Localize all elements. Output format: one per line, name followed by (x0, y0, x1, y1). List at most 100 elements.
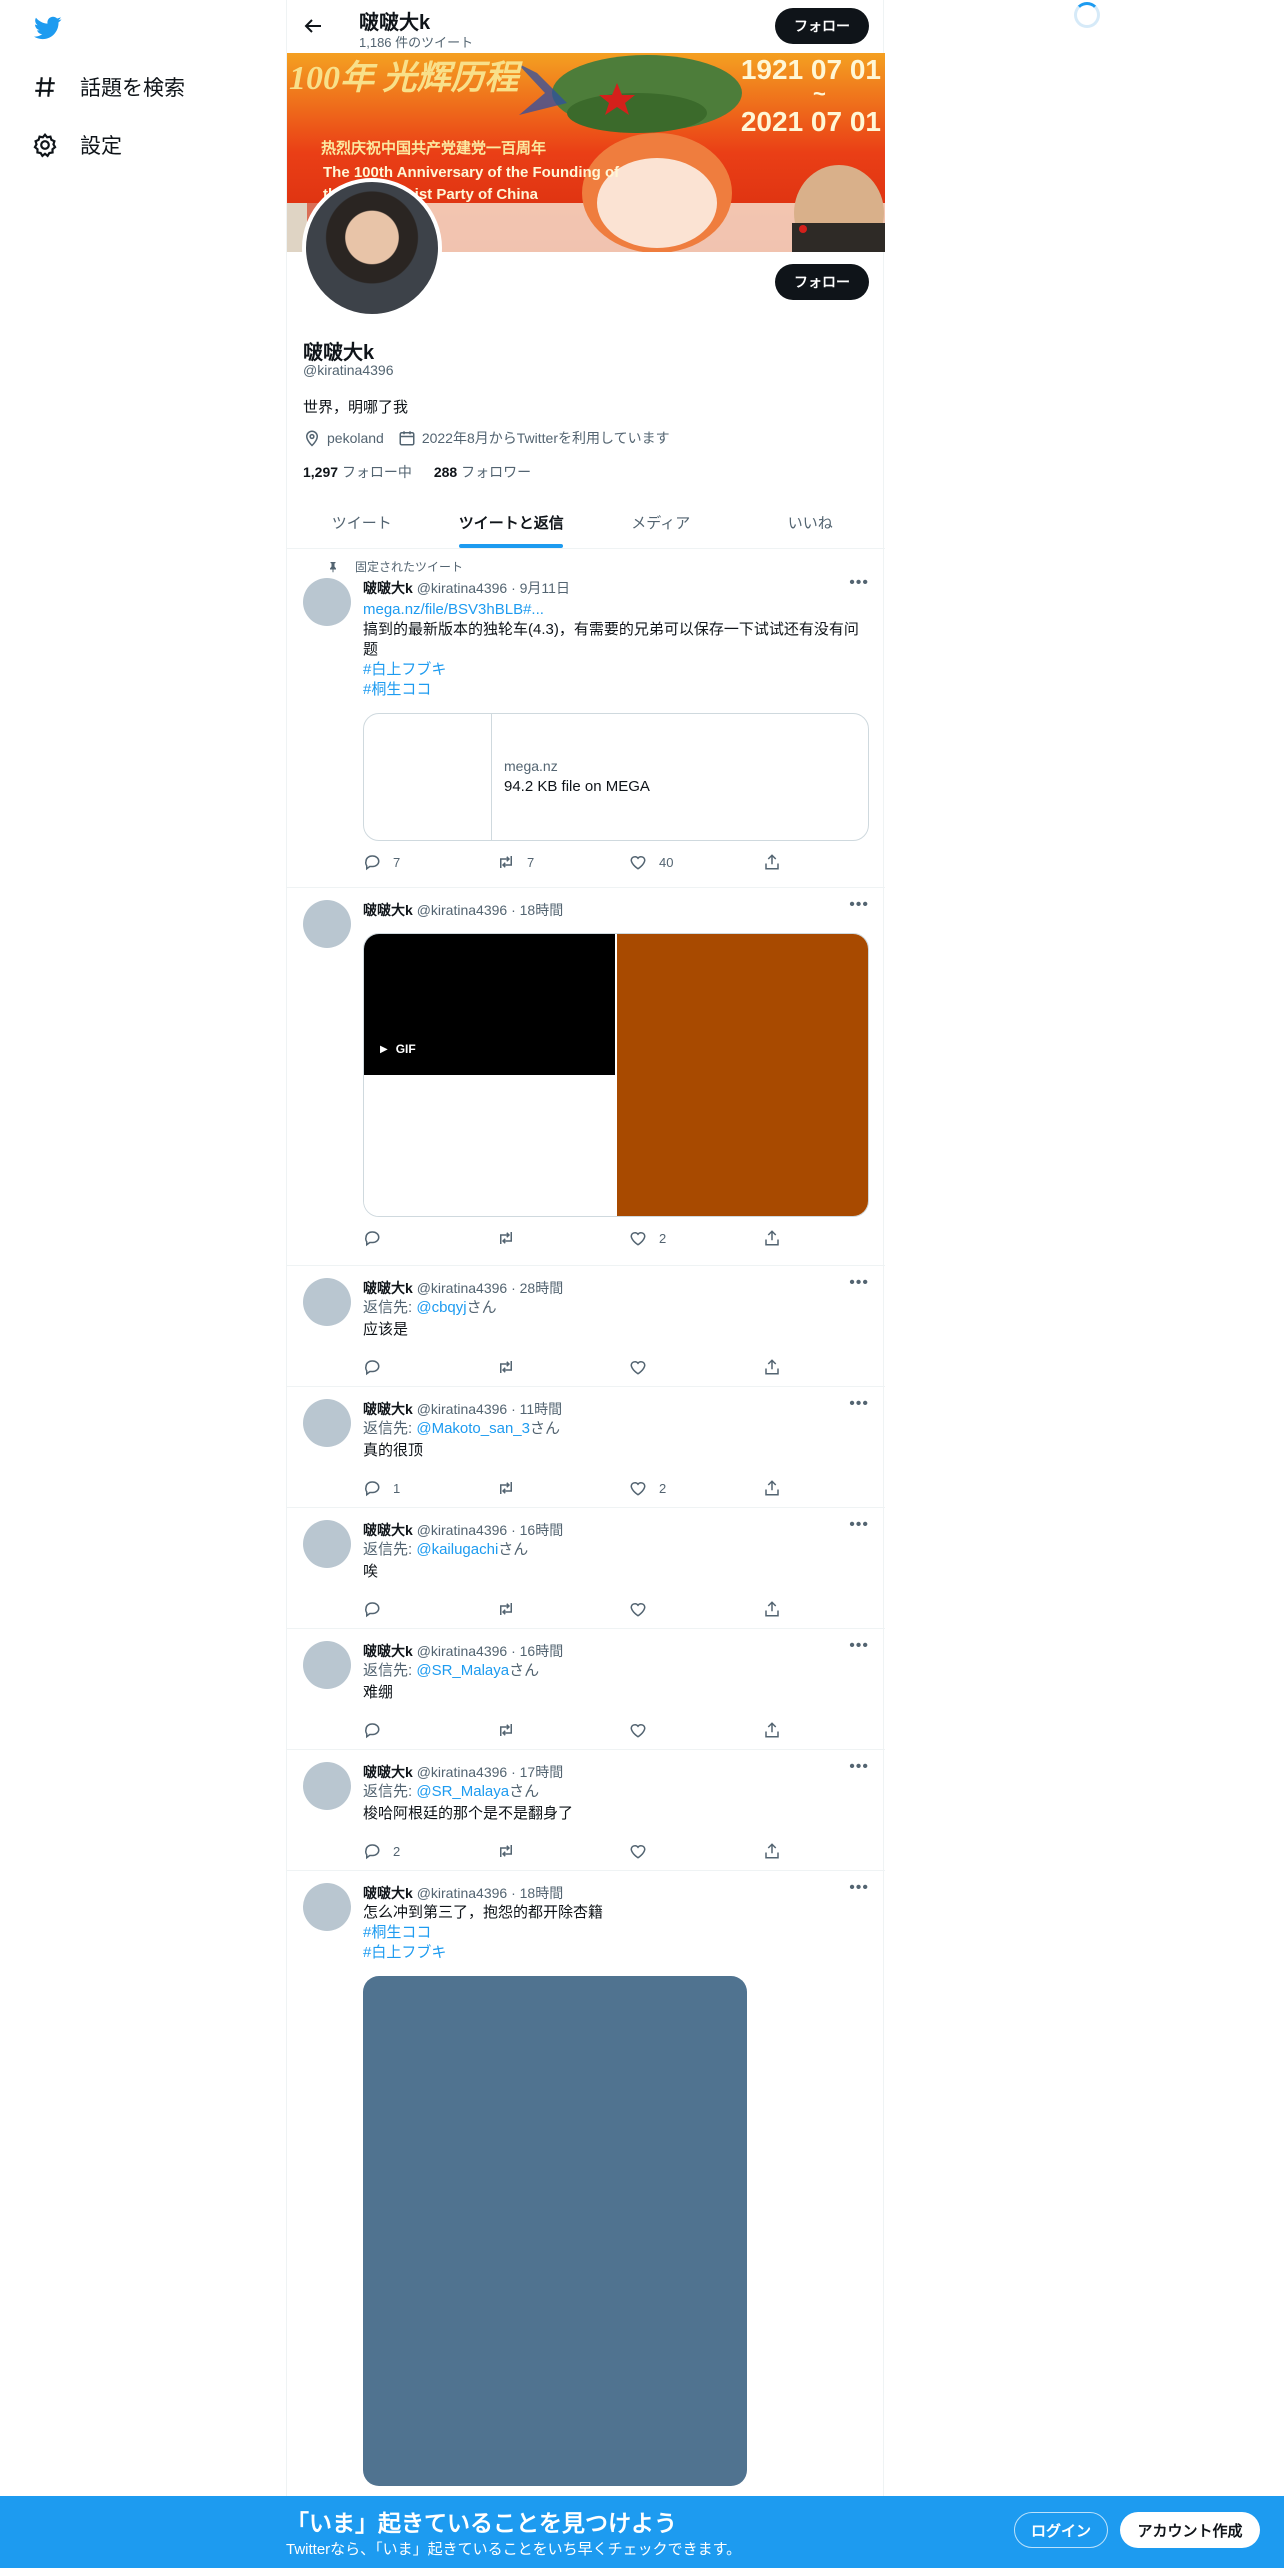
reply-button[interactable] (363, 1229, 393, 1247)
avatar[interactable] (303, 1399, 351, 1447)
avatar[interactable] (303, 1278, 351, 1326)
reply-to-link[interactable]: @kailugachi (416, 1541, 498, 1558)
tweet-author-name[interactable]: 啵啵大k (363, 1280, 413, 1296)
like-button[interactable] (629, 1721, 659, 1739)
tweet-author-name[interactable]: 啵啵大k (363, 1885, 413, 1901)
tweet-item[interactable]: 啵啵大k @kiratina4396 · 18時間 ••• 怎么冲到第三了，抱怨… (287, 1871, 885, 2500)
hashtag-link[interactable]: #白上フブキ (363, 660, 871, 680)
share-button[interactable] (763, 1600, 793, 1618)
media-image[interactable] (364, 1076, 615, 1216)
tweet-item[interactable]: 啵啵大k @kiratina4396 · 11時間 ••• 返信先: @Mako… (287, 1387, 885, 1508)
retweet-button[interactable] (497, 1479, 527, 1497)
more-options-icon[interactable]: ••• (849, 1395, 869, 1413)
login-button[interactable]: ログイン (1014, 2512, 1108, 2548)
retweet-button[interactable] (497, 1721, 527, 1739)
reply-button[interactable]: 2 (363, 1842, 400, 1860)
tweet-time[interactable]: 28時間 (520, 1280, 564, 1296)
retweet-button[interactable]: 7 (497, 853, 534, 871)
tweet-author-name[interactable]: 啵啵大k (363, 1401, 413, 1417)
retweet-button[interactable] (497, 1358, 527, 1376)
tweet-author-name[interactable]: 啵啵大k (363, 1522, 413, 1538)
share-button[interactable] (763, 1721, 793, 1739)
media-image[interactable] (363, 1976, 747, 2486)
tweet-author-name[interactable]: 啵啵大k (363, 902, 413, 918)
reply-to-link[interactable]: @Makoto_san_3 (416, 1420, 530, 1437)
tweet-time[interactable]: 9月11日 (520, 580, 570, 596)
hashtag-link[interactable]: #白上フブキ (363, 1943, 871, 1963)
share-button[interactable] (763, 1479, 793, 1497)
reply-button[interactable] (363, 1358, 393, 1376)
tweet-author-name[interactable]: 啵啵大k (363, 1643, 413, 1659)
avatar[interactable] (303, 1641, 351, 1689)
retweet-button[interactable] (497, 1842, 527, 1860)
more-options-icon[interactable]: ••• (849, 1637, 869, 1655)
tab-likes[interactable]: いいね (736, 496, 886, 548)
like-button[interactable] (629, 1600, 659, 1618)
reply-button[interactable]: 7 (363, 853, 400, 871)
tweet-item[interactable]: 啵啵大k @kiratina4396 · 28時間 ••• 返信先: @cbqy… (287, 1266, 885, 1387)
tweet-time[interactable]: 16時間 (520, 1643, 564, 1659)
tweet-time[interactable]: 18時間 (520, 1885, 564, 1901)
tweet-author-name[interactable]: 啵啵大k (363, 1764, 413, 1780)
profile-follow-button[interactable]: フォロー (775, 264, 869, 300)
tweet-time[interactable]: 17時間 (520, 1764, 564, 1780)
tweet-author-name[interactable]: 啵啵大k (363, 580, 413, 596)
more-options-icon[interactable]: ••• (849, 896, 869, 914)
tweet-time[interactable]: 18時間 (520, 902, 564, 918)
followers-link[interactable]: 288 フォロワー (434, 464, 531, 480)
tweet-item[interactable]: 啵啵大k @kiratina4396 · 18時間 ••• ▶ GIF 2 (287, 888, 885, 1266)
reply-to-link[interactable]: @SR_Malaya (416, 1662, 509, 1679)
more-options-icon[interactable]: ••• (849, 1274, 869, 1292)
tweet-item[interactable]: 啵啵大k @kiratina4396 · 16時間 ••• 返信先: @SR_M… (287, 1629, 885, 1750)
share-button[interactable] (763, 1358, 793, 1376)
share-button[interactable] (763, 1842, 793, 1860)
tab-media[interactable]: メディア (586, 496, 736, 548)
more-options-icon[interactable]: ••• (849, 1879, 869, 1897)
link-card[interactable]: mega.nz 94.2 KB file on MEGA (363, 713, 869, 841)
signup-button[interactable]: アカウント作成 (1120, 2512, 1260, 2548)
avatar[interactable] (303, 1762, 351, 1810)
tweet-item[interactable]: 啵啵大k @kiratina4396 · 16時間 ••• 返信先: @kail… (287, 1508, 885, 1629)
share-button[interactable] (763, 1229, 793, 1247)
retweet-button[interactable] (497, 1600, 527, 1618)
like-button[interactable] (629, 1358, 659, 1376)
like-button[interactable]: 2 (629, 1479, 666, 1497)
avatar[interactable] (303, 578, 351, 626)
following-link[interactable]: 1,297 フォロー中 (303, 464, 412, 480)
header-follow-button[interactable]: フォロー (775, 8, 869, 44)
tab-tweets[interactable]: ツイート (287, 496, 437, 548)
gif-media[interactable]: ▶ GIF (364, 934, 615, 1075)
like-button[interactable]: 40 (629, 853, 673, 871)
twitter-bird-icon[interactable] (32, 14, 64, 42)
sidebar-item-explore[interactable]: 話題を検索 (32, 67, 185, 107)
media-image[interactable] (617, 934, 868, 1216)
sidebar-item-settings[interactable]: 設定 (32, 125, 122, 165)
gif-label: GIF (395, 1042, 416, 1056)
tweet-link[interactable]: mega.nz/file/BSV3hBLB#... (363, 600, 871, 620)
avatar[interactable] (303, 900, 351, 948)
tweet-time[interactable]: 11時間 (520, 1401, 563, 1417)
more-options-icon[interactable]: ••• (849, 1516, 869, 1534)
like-button[interactable] (629, 1842, 659, 1860)
tweet-time[interactable]: 16時間 (520, 1522, 564, 1538)
hashtag-link[interactable]: #桐生ココ (363, 1923, 871, 1943)
share-button[interactable] (763, 853, 793, 871)
avatar[interactable] (303, 1883, 351, 1931)
avatar[interactable] (303, 1520, 351, 1568)
reply-button[interactable] (363, 1721, 393, 1739)
profile-avatar[interactable] (302, 178, 442, 318)
reply-to-link[interactable]: @SR_Malaya (416, 1783, 509, 1800)
hashtag-link[interactable]: #桐生ココ (363, 680, 871, 700)
like-button[interactable]: 2 (629, 1229, 666, 1247)
heart-icon (630, 856, 646, 870)
back-arrow-icon[interactable] (301, 14, 325, 38)
reply-to-link[interactable]: @cbqyj (416, 1299, 466, 1316)
more-options-icon[interactable]: ••• (849, 574, 869, 592)
tweet-item[interactable]: 啵啵大k @kiratina4396 · 17時間 ••• 返信先: @SR_M… (287, 1750, 885, 1871)
reply-button[interactable]: 1 (363, 1479, 400, 1497)
tab-tweets-and-replies[interactable]: ツイートと返信 (437, 496, 587, 548)
retweet-button[interactable] (497, 1229, 527, 1247)
tweet-item[interactable]: 固定されたツイート 啵啵大k @kiratina4396 · 9月11日 •••… (287, 550, 885, 888)
more-options-icon[interactable]: ••• (849, 1758, 869, 1776)
reply-button[interactable] (363, 1600, 393, 1618)
